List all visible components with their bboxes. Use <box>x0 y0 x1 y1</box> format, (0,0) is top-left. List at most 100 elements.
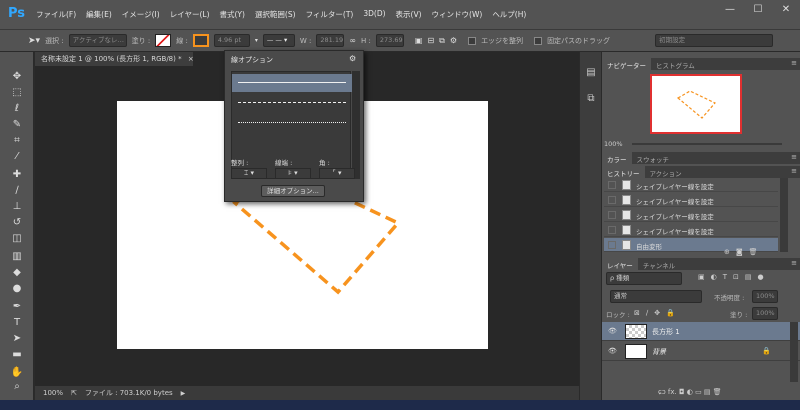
type-tool-icon[interactable]: T <box>8 316 26 330</box>
lock-position-icon[interactable]: ✥ <box>654 309 660 317</box>
menu-select[interactable]: 選択範囲(S) <box>255 9 296 21</box>
layer-row[interactable]: 👁 背景 🔒 <box>602 342 800 361</box>
tab-actions[interactable]: アクション <box>645 166 687 178</box>
tab-swatches[interactable]: スウォッチ <box>632 152 675 164</box>
stroke-width-field[interactable]: 4.96 pt <box>213 34 250 47</box>
healing-brush-tool-icon[interactable]: ✚ <box>8 168 26 182</box>
history-item[interactable]: シェイプレイヤー線を設定 <box>604 208 778 222</box>
dodge-tool-icon[interactable]: ● <box>8 282 26 296</box>
pen-tool-icon[interactable]: ✒ <box>8 300 26 314</box>
history-item[interactable]: シェイプレイヤー線を設定 <box>604 178 778 192</box>
history-item[interactable]: シェイプレイヤー線を設定 <box>604 193 778 207</box>
eraser-tool-icon[interactable]: ◫ <box>8 232 26 246</box>
play-icon[interactable]: ▶ <box>181 390 186 397</box>
eyedropper-tool-icon[interactable]: ⁄ <box>8 150 26 164</box>
new-snapshot-icon[interactable]: ⊕ <box>724 248 730 256</box>
lasso-tool-icon[interactable]: ℓ <box>8 102 26 116</box>
smart-filter-icon[interactable]: ▤ <box>745 273 752 281</box>
path-select-tool-icon[interactable]: ➤ <box>8 332 26 346</box>
close-button[interactable]: ✕ <box>772 0 800 22</box>
eye-icon[interactable]: 👁 <box>608 327 617 335</box>
tab-navigator[interactable]: ナビゲーター <box>602 58 651 70</box>
path-align-icon[interactable]: ⊟ <box>427 36 434 45</box>
adjustment-filter-icon[interactable]: ◐ <box>711 273 717 281</box>
zoom-tool-icon[interactable]: ⌕ <box>8 380 26 394</box>
stroke-swatch[interactable] <box>192 34 209 47</box>
maximize-button[interactable]: ☐ <box>744 0 772 22</box>
fill-field[interactable]: 100% <box>752 307 778 320</box>
link-icon[interactable]: ∞ <box>349 36 356 45</box>
lock-paint-icon[interactable]: ∕ <box>646 309 648 317</box>
advanced-options-button[interactable]: 詳細オプション... <box>261 185 325 197</box>
menu-image[interactable]: イメージ(I) <box>122 9 160 21</box>
stroke-preset-solid[interactable] <box>232 74 352 92</box>
history-dock-icon[interactable]: ▤ <box>584 66 598 80</box>
tab-layers[interactable]: レイヤー <box>602 258 638 270</box>
menu-help[interactable]: ヘルプ(H) <box>492 9 526 21</box>
brush-tool-icon[interactable]: ∕ <box>8 184 26 198</box>
move-tool-icon[interactable]: ✥ <box>8 70 26 84</box>
align-edges-checkbox[interactable] <box>468 36 477 45</box>
menu-filter[interactable]: フィルター(T) <box>306 9 354 21</box>
path-select-tool-icon[interactable]: ➤▾ <box>28 36 40 46</box>
history-item[interactable]: シェイプレイヤー線を設定 <box>604 223 778 237</box>
minimize-button[interactable]: — <box>716 0 744 22</box>
chevron-down-icon[interactable]: ▾ <box>255 37 258 44</box>
blur-tool-icon[interactable]: ◆ <box>8 266 26 280</box>
layer-actions[interactable]: ɕɔ fx. ◘ ◐ ▭ ▤ 🗑 <box>658 388 722 396</box>
tab-history[interactable]: ヒストリー <box>602 166 645 178</box>
menu-view[interactable]: 表示(V) <box>396 9 422 21</box>
fill-swatch[interactable] <box>155 34 172 47</box>
navigator-preview[interactable] <box>650 74 742 134</box>
popup-scrollbar[interactable] <box>352 71 360 179</box>
quick-select-tool-icon[interactable]: ✎ <box>8 118 26 132</box>
marquee-tool-icon[interactable]: ⬚ <box>8 86 26 100</box>
document-tab[interactable]: 名称未設定 1 @ 100% (長方形 1, RGB/8) * × <box>35 52 193 66</box>
gradient-tool-icon[interactable]: ▥ <box>8 250 26 264</box>
stroke-preset-dashed[interactable] <box>232 94 352 112</box>
workspace-dropdown[interactable]: 初期設定 <box>655 34 774 47</box>
tab-histogram[interactable]: ヒストグラム <box>651 58 700 70</box>
layer-filter-dropdown[interactable]: ρ 種類 <box>606 272 682 285</box>
navigator-zoom[interactable]: 100% <box>604 140 623 148</box>
menu-type[interactable]: 書式(Y) <box>220 9 245 21</box>
close-icon[interactable]: × <box>188 55 193 63</box>
menu-layer[interactable]: レイヤー(L) <box>170 9 210 21</box>
gear-icon[interactable]: ⚙ <box>450 36 457 45</box>
zoom-level[interactable]: 100% <box>43 389 63 397</box>
export-icon[interactable]: ⇱ <box>71 389 77 397</box>
history-scrollbar[interactable] <box>780 178 788 252</box>
fix-path-checkbox[interactable] <box>534 36 543 45</box>
opacity-field[interactable]: 100% <box>752 290 778 303</box>
align-dropdown[interactable]: ⌶ ▾ <box>231 168 267 179</box>
stroke-type-dropdown[interactable]: — — ▾ <box>262 34 295 47</box>
trash-icon[interactable]: 🗑 <box>749 248 758 256</box>
stamp-tool-icon[interactable]: ⊥ <box>8 200 26 214</box>
shape-tool-icon[interactable]: ▬ <box>8 348 26 362</box>
h-field[interactable]: 273.69 <box>375 34 404 47</box>
menu-window[interactable]: ウィンドウ(W) <box>432 9 483 21</box>
stroke-preset-dotted[interactable] <box>232 114 352 132</box>
lock-pixels-icon[interactable]: ⊠ <box>634 309 640 317</box>
shape-filter-icon[interactable]: ⊡ <box>733 273 739 281</box>
lock-all-icon[interactable]: 🔒 <box>666 309 675 317</box>
layers-scrollbar[interactable] <box>790 322 798 382</box>
crop-tool-icon[interactable]: ⌗ <box>8 134 26 148</box>
menu-file[interactable]: ファイル(F) <box>36 9 76 21</box>
menu-3d[interactable]: 3D(D) <box>363 9 385 21</box>
camera-icon[interactable]: ◙ <box>736 248 743 256</box>
tab-channels[interactable]: チャンネル <box>638 258 680 270</box>
properties-dock-icon[interactable]: ⧉ <box>584 92 598 106</box>
history-brush-tool-icon[interactable]: ↺ <box>8 216 26 230</box>
tab-color[interactable]: カラー <box>602 152 632 164</box>
filter-toggle-icon[interactable]: ● <box>758 273 764 281</box>
type-filter-icon[interactable]: T <box>723 273 727 281</box>
panel-menu-icon[interactable]: ≡ <box>791 259 797 267</box>
panel-menu-icon[interactable]: ≡ <box>791 59 797 67</box>
panel-menu-icon[interactable]: ≡ <box>791 167 797 175</box>
path-arrange-icon[interactable]: ⧉ <box>439 36 445 46</box>
hand-tool-icon[interactable]: ✋ <box>8 366 26 380</box>
layer-row-selected[interactable]: 👁 長方形 1 <box>602 322 800 341</box>
eye-icon[interactable]: 👁 <box>608 347 617 355</box>
w-field[interactable]: 281.19 <box>316 34 345 47</box>
